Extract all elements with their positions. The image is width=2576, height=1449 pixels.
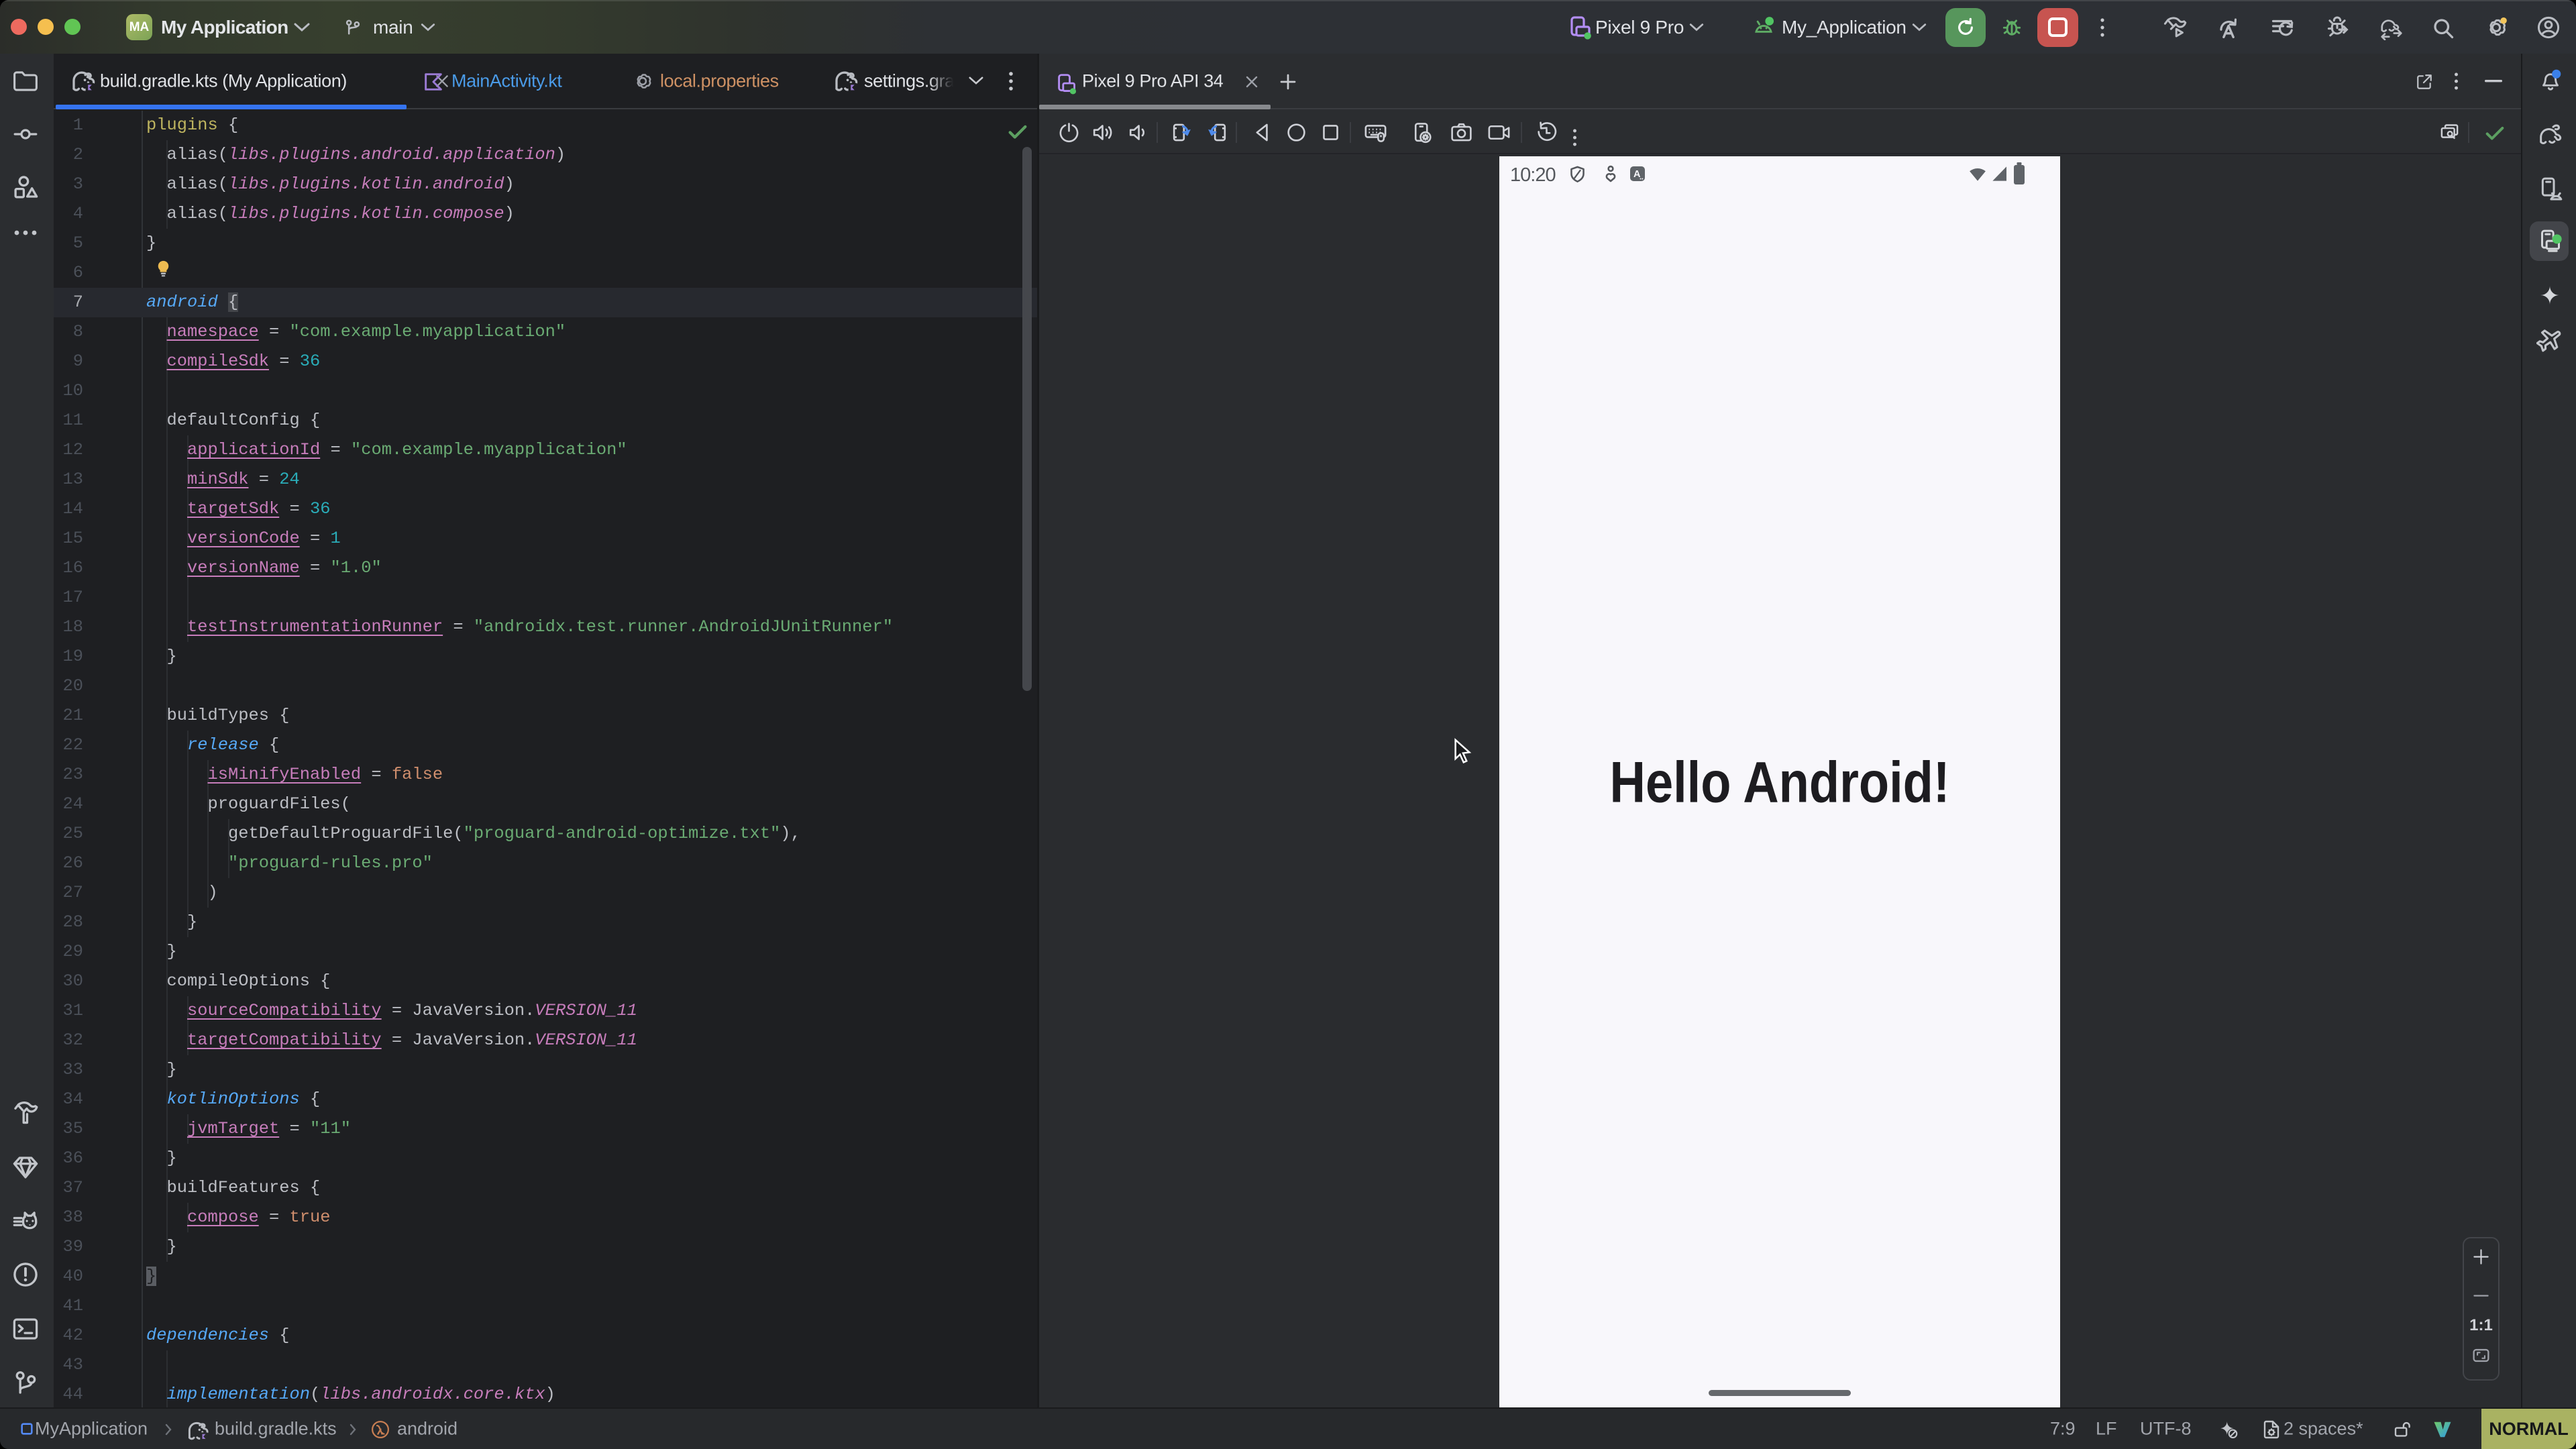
svg-text:A: A [1633,169,1641,180]
